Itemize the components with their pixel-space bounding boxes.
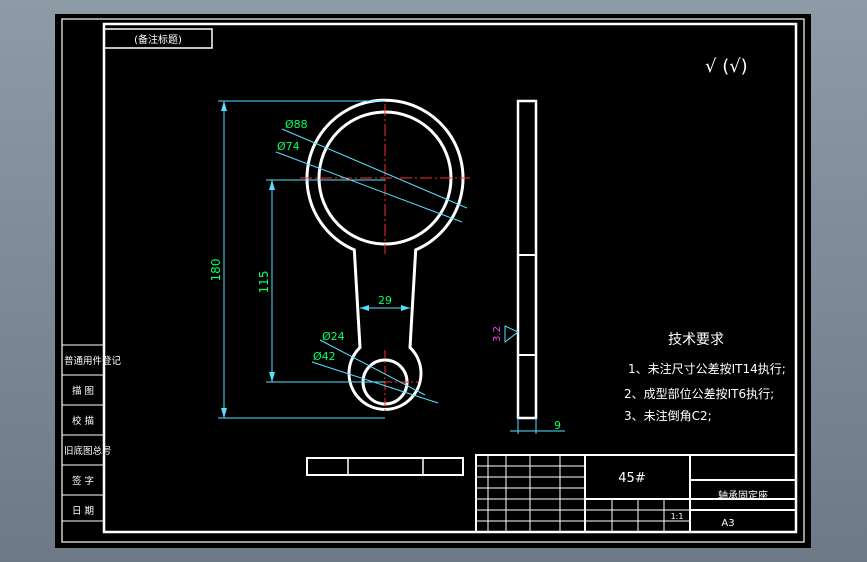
- left-table-cell: 普通用件登记: [64, 355, 122, 367]
- left-table-cell: 日 期: [72, 506, 94, 517]
- roughness-mark: √ (√): [705, 56, 748, 77]
- dim-text-180: 180: [209, 259, 223, 282]
- scale-text: 1:1: [671, 512, 684, 521]
- left-table-cell: 签 字: [72, 475, 94, 487]
- part-name-text: 轴承固定座: [718, 489, 768, 502]
- tech-req-item-3: 3、未注倒角C2;: [624, 408, 712, 423]
- sheet-size-text: A3: [721, 518, 734, 529]
- tech-req-item-1: 1、未注尺寸公差按IT14执行;: [628, 361, 786, 376]
- side-roughness-text: 3.2: [492, 326, 503, 342]
- dim-text-dia24: Ø24: [322, 330, 345, 343]
- model-space: [55, 14, 811, 548]
- dim-text-thk: 9: [554, 419, 561, 432]
- dim-text-115: 115: [257, 271, 271, 294]
- tech-req-item-2: 2、成型部位公差按IT6执行;: [624, 386, 774, 401]
- dim-text-dia42: Ø42: [313, 350, 336, 363]
- material-text: 45#: [618, 471, 645, 486]
- left-table-cell: 校 描: [72, 415, 95, 427]
- left-table-cell: 描 图: [72, 385, 94, 397]
- tech-req-title: 技术要求: [668, 332, 724, 348]
- dim-text-dia74: Ø74: [277, 140, 300, 153]
- dim-text-dia88: Ø88: [285, 118, 308, 131]
- cad-drawing-viewport[interactable]: (备注标题) √ (√) 180 115 Ø88 Ø74 29 Ø24 Ø42 …: [0, 0, 867, 562]
- title-tag-text: (备注标题): [134, 33, 182, 46]
- dim-text-29: 29: [378, 294, 392, 307]
- left-table-cell: 旧底图总号: [64, 445, 112, 457]
